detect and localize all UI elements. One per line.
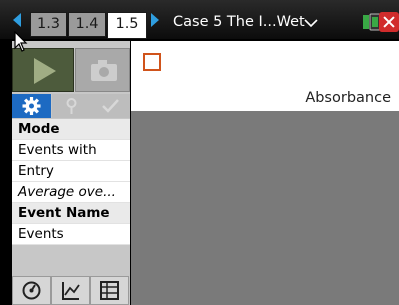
chevron-down-icon[interactable] [304,18,318,28]
graph-icon [62,282,80,300]
entry-value[interactable]: Entry [12,161,130,182]
document-title[interactable]: Case 5 The I...Wet [173,14,305,30]
data-collection-panel: Mode Events with Entry Average ove... Ev… [12,41,130,305]
column-label: Absorbance [305,90,391,106]
keep-button[interactable] [75,48,130,92]
orange-square-icon[interactable] [143,53,161,71]
event-name-value[interactable]: Events [12,224,130,245]
pin-icon [66,98,77,114]
properties-list: Mode Events with Entry Average ove... Ev… [12,119,130,245]
tab-1-3[interactable]: 1.3 [30,12,67,37]
content-area: Absorbance [131,41,399,305]
meter-view-button[interactable] [12,276,51,305]
event-name-heading: Event Name [12,203,130,224]
tab-1-4[interactable]: 1.4 [68,12,106,37]
checkmark-icon [102,99,119,113]
table-icon [100,281,119,300]
prev-tab-arrow-icon[interactable] [13,13,21,27]
mouse-cursor-icon [14,31,28,52]
view-switcher [12,276,130,305]
sensor-button[interactable] [52,94,91,118]
start-collection-button[interactable] [12,48,74,92]
next-tab-arrow-icon[interactable] [151,13,159,27]
check-button[interactable] [91,94,130,118]
average-option[interactable]: Average ove... [12,182,130,203]
table-view-button[interactable] [90,276,129,305]
mode-heading: Mode [12,119,130,140]
close-icon[interactable] [379,12,399,32]
panel-toolbar [12,94,130,118]
camera-icon [91,60,117,81]
tab-1-5[interactable]: 1.5 [107,12,147,39]
table-header-area: Absorbance [131,41,399,111]
mode-value[interactable]: Events with [12,140,130,161]
gauge-icon [22,281,41,300]
tab-bar: 1.3 1.4 1.5 Case 5 The I...Wet [0,0,399,39]
settings-button[interactable] [12,94,51,118]
gear-icon [22,97,41,115]
collection-controls [12,48,130,92]
graph-view-button[interactable] [51,276,90,305]
play-icon [34,58,56,84]
